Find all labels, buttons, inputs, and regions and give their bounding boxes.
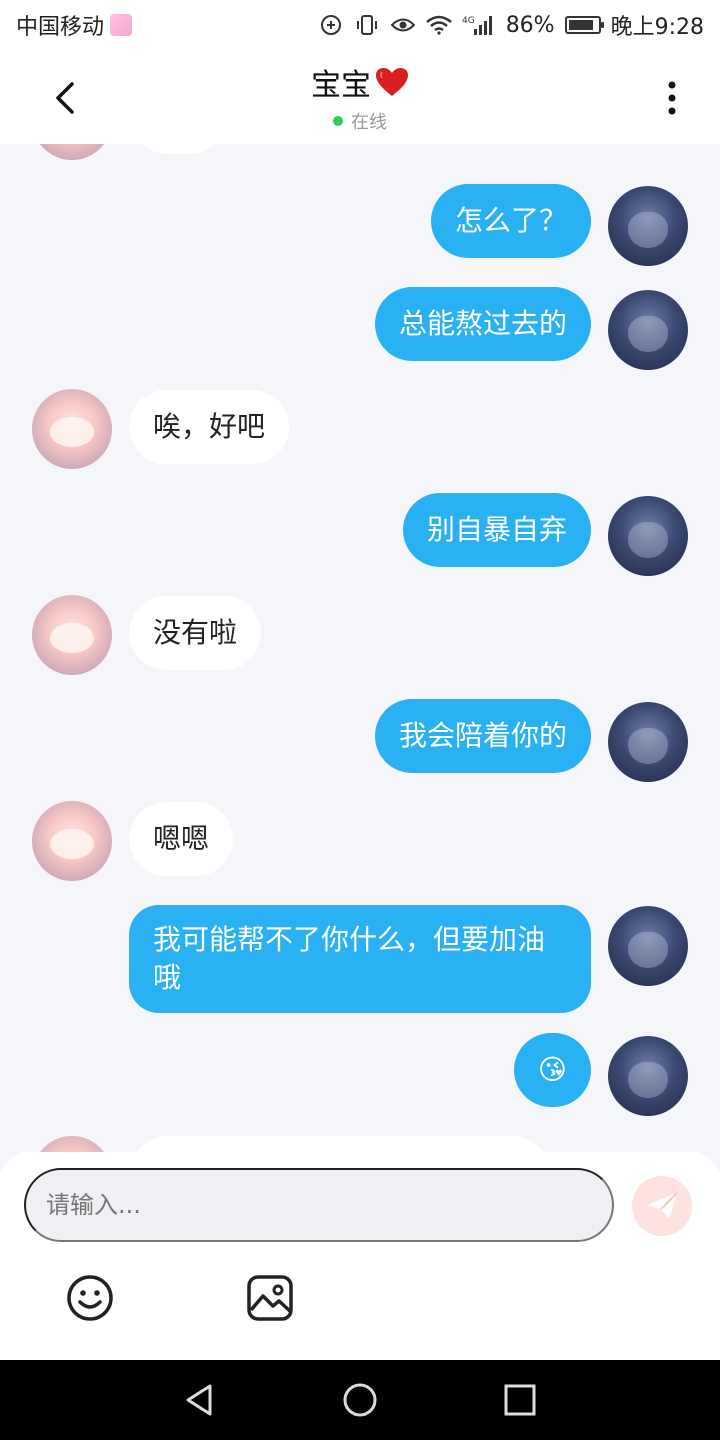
- signal-icon: 4G: [462, 12, 496, 38]
- more-options-button[interactable]: [648, 74, 696, 122]
- vibrate-icon: [354, 12, 380, 38]
- circle-home-icon: [343, 1383, 377, 1417]
- message-bubble-self[interactable]: 别自暴自弃: [402, 493, 591, 567]
- triangle-back-icon: [186, 1384, 212, 1416]
- avatar[interactable]: [608, 906, 688, 986]
- back-button[interactable]: [40, 74, 88, 122]
- avatar[interactable]: [608, 496, 688, 576]
- status-bar: 中国移动 4G 86% 晚上9:28: [0, 0, 720, 50]
- avatar[interactable]: [32, 144, 112, 160]
- avatar[interactable]: [608, 290, 688, 370]
- chat-screen: 中国移动 4G 86% 晚上9:28 宝宝 在线 怎么了？ 总能熬过去的 唉，好…: [0, 0, 720, 1440]
- online-status-label: 在线: [351, 112, 387, 133]
- online-dot-icon: [333, 116, 343, 126]
- status-icons: 4G 86% 晚上9:28: [318, 9, 704, 41]
- image-icon: [247, 1275, 293, 1321]
- avatar[interactable]: [608, 186, 688, 266]
- message-input[interactable]: [24, 1168, 614, 1242]
- emoji-icon: [67, 1275, 113, 1321]
- avatar[interactable]: [608, 702, 688, 782]
- data-saver-icon: [318, 12, 344, 38]
- message-bubble-other[interactable]: 唉，好吧: [129, 390, 290, 464]
- message-bubble-self[interactable]: 我会陪着你的: [374, 699, 591, 773]
- more-vertical-icon: [668, 81, 676, 115]
- avatar[interactable]: [32, 801, 112, 881]
- message-composer: [0, 1152, 720, 1360]
- square-recents-icon: [504, 1384, 536, 1416]
- carrier: 中国移动: [16, 9, 133, 41]
- message-bubble-other[interactable]: 没有啦: [129, 596, 262, 670]
- back-arrow-icon: [56, 82, 74, 114]
- nav-back-button[interactable]: [180, 1380, 220, 1420]
- eye-comfort-icon: [390, 12, 416, 38]
- network-type: 4G: [462, 16, 475, 26]
- avatar[interactable]: [32, 389, 112, 469]
- heart-icon: [376, 68, 408, 96]
- system-nav-bar: [0, 1360, 720, 1440]
- message-bubble-partial: [130, 144, 226, 154]
- contact-name: 宝宝: [311, 68, 371, 103]
- clock: 晚上9:28: [610, 15, 704, 40]
- battery-fill: [568, 20, 593, 30]
- carrier-badge-icon: [110, 14, 133, 36]
- battery-percent: 86%: [505, 12, 555, 38]
- emoji-button[interactable]: [66, 1274, 114, 1322]
- chat-header: 宝宝 在线: [0, 50, 720, 144]
- page-title: 宝宝: [311, 60, 409, 104]
- message-bubble-other[interactable]: 嗯嗯: [129, 802, 234, 876]
- battery-icon: [564, 16, 604, 34]
- nav-home-button[interactable]: [340, 1380, 380, 1420]
- message-bubble-self[interactable]: 我可能帮不了你什么，但要加油哦: [129, 905, 591, 1013]
- nav-recents-button[interactable]: [500, 1380, 540, 1420]
- carrier-label: 中国移动: [16, 15, 105, 40]
- wifi-icon: [425, 12, 452, 38]
- message-list[interactable]: 怎么了？ 总能熬过去的 唉，好吧 别自暴自弃 没有啦 我会陪着你的 嗯嗯 我可能…: [0, 144, 720, 1154]
- send-button[interactable]: [632, 1176, 692, 1236]
- online-status: 在线: [333, 108, 387, 134]
- avatar[interactable]: [608, 1036, 688, 1116]
- message-bubble-self[interactable]: 😘: [513, 1033, 591, 1107]
- message-bubble-self[interactable]: 怎么了？: [430, 184, 591, 258]
- message-bubble-self[interactable]: 总能熬过去的: [374, 287, 591, 361]
- avatar[interactable]: [32, 595, 112, 675]
- contact-info: 宝宝 在线: [311, 60, 409, 134]
- send-icon: [647, 1192, 678, 1219]
- image-button[interactable]: [246, 1274, 294, 1322]
